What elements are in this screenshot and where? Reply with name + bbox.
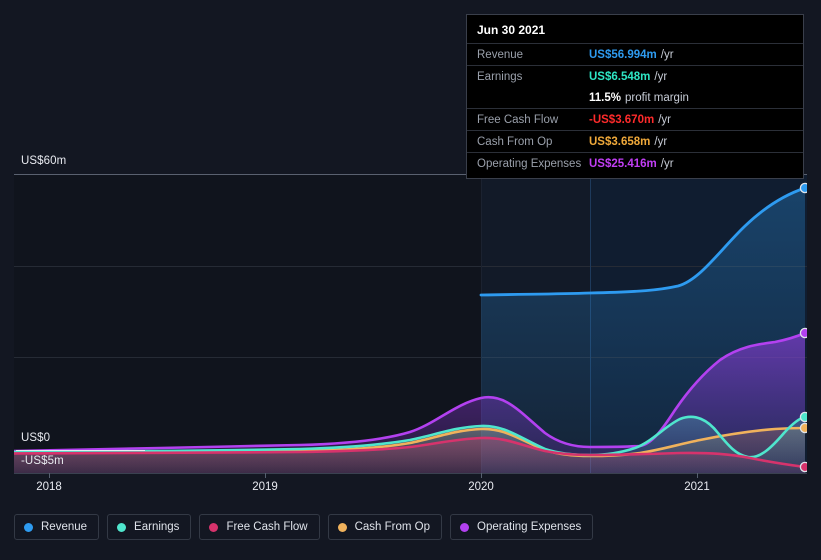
tooltip-label-earnings: Earnings xyxy=(477,70,523,83)
chart-tooltip: Jun 30 2021 Revenue US$56.994m /yr Earni… xyxy=(466,14,804,179)
legend-label-operating-expenses: Operating Expenses xyxy=(477,521,582,533)
legend-dot-cash-from-op-icon xyxy=(337,522,347,532)
tooltip-unit-free-cash-flow: /yr xyxy=(658,113,671,126)
legend-label-cash-from-op: Cash From Op xyxy=(354,521,431,533)
tooltip-value-operating-expenses: US$25.416m xyxy=(589,157,657,170)
legend-dot-earnings-icon xyxy=(117,522,127,532)
tooltip-value-free-cash-flow: -US$3.670m xyxy=(589,113,655,126)
legend-dot-free-cash-flow-icon xyxy=(209,522,219,532)
x-axis-label-2019: 2019 xyxy=(252,481,278,493)
tooltip-label-cash-from-op: Cash From Op xyxy=(477,135,553,148)
tooltip-row-revenue: Revenue US$56.994m /yr xyxy=(467,43,803,65)
legend-item-operating-expenses[interactable]: Operating Expenses xyxy=(450,514,594,540)
tooltip-row-earnings: Earnings US$6.548m /yr xyxy=(467,65,803,87)
legend-label-earnings: Earnings xyxy=(134,521,180,533)
legend-dot-revenue-icon xyxy=(24,522,33,532)
tooltip-unit-revenue: /yr xyxy=(660,48,674,61)
tooltip-value-profit-margin: 11.5% xyxy=(589,91,621,104)
tooltip-unit-earnings: /yr xyxy=(654,70,668,83)
tooltip-row-profit-margin: 11.5% profit margin xyxy=(467,87,803,108)
tooltip-label-operating-expenses: Operating Expenses xyxy=(477,157,582,170)
tooltip-value-cash-from-op: US$3.658m xyxy=(589,135,651,148)
tooltip-row-operating-expenses: Operating Expenses US$25.416m /yr xyxy=(467,152,803,174)
legend-item-cash-from-op[interactable]: Cash From Op xyxy=(327,514,443,540)
x-axis-label-2020: 2020 xyxy=(468,481,494,493)
legend-item-earnings[interactable]: Earnings xyxy=(107,514,192,540)
legend-label-free-cash-flow: Free Cash Flow xyxy=(226,521,308,533)
tooltip-row-cash-from-op: Cash From Op US$3.658m /yr xyxy=(467,130,803,152)
chart-legend: Revenue Earnings Free Cash Flow Cash Fro… xyxy=(14,514,594,540)
legend-item-revenue[interactable]: Revenue xyxy=(14,514,100,540)
tooltip-unit-cash-from-op: /yr xyxy=(654,135,668,148)
tooltip-label-free-cash-flow: Free Cash Flow xyxy=(477,113,559,126)
tooltip-label-revenue: Revenue xyxy=(477,48,524,61)
legend-dot-operating-expenses-icon xyxy=(460,522,470,532)
tooltip-date: Jun 30 2021 xyxy=(477,23,546,37)
legend-item-free-cash-flow[interactable]: Free Cash Flow xyxy=(199,514,320,540)
x-axis-label-2018: 2018 xyxy=(36,481,62,493)
tooltip-unit-operating-expenses: /yr xyxy=(660,157,674,170)
x-axis-label-2021: 2021 xyxy=(684,481,710,493)
legend-label-revenue: Revenue xyxy=(41,521,88,533)
tooltip-row-free-cash-flow: Free Cash Flow -US$3.670m /yr xyxy=(467,108,803,130)
tooltip-value-earnings: US$6.548m xyxy=(589,70,651,83)
financial-performance-chart: US$60m US$0 -US$5m 2018 2019 2020 2021 J… xyxy=(0,0,821,560)
tooltip-text-profit-margin: profit margin xyxy=(624,91,689,104)
tooltip-value-revenue: US$56.994m xyxy=(589,48,657,61)
